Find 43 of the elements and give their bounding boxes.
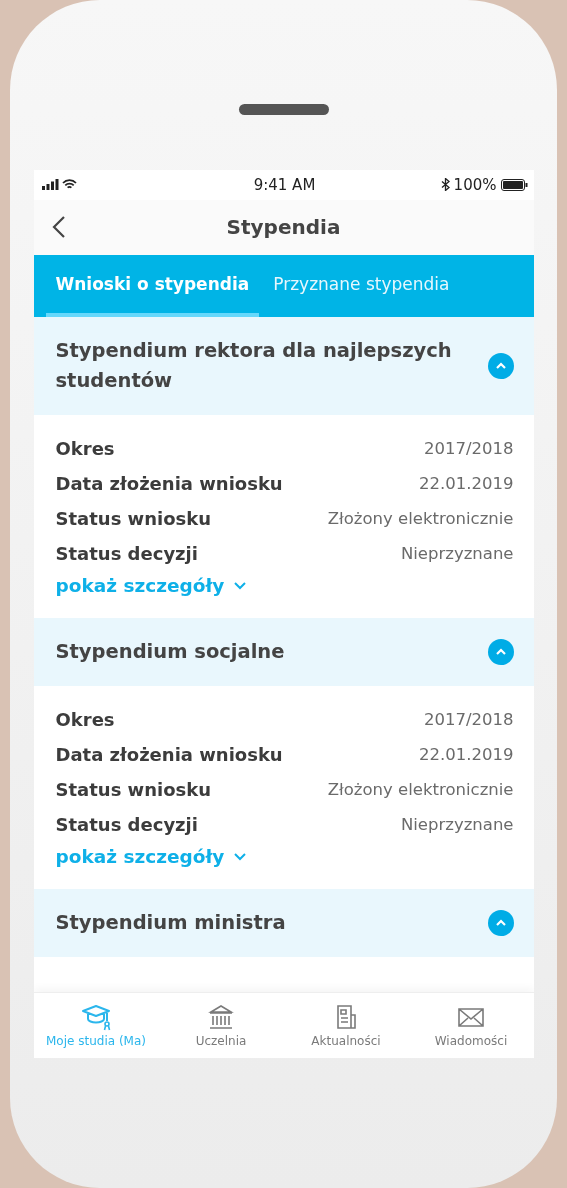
- details-link[interactable]: pokaż szczegóły: [55, 846, 247, 868]
- graduation-cap-icon: [81, 1003, 111, 1032]
- field-label: Status wniosku: [55, 508, 212, 530]
- section-title: Stypendium rektora dla najlepszych studentów: [55, 338, 453, 395]
- field-value: Złożony elektronicznie: [327, 509, 514, 529]
- status-time: 9:41 AM: [252, 175, 317, 194]
- field-label: Okres: [55, 438, 115, 460]
- field-label: Status decyzji: [55, 543, 198, 565]
- bluetooth-icon: [440, 178, 450, 192]
- details-link[interactable]: pokaż szczegóły: [55, 575, 247, 597]
- chevron-up-icon[interactable]: [487, 910, 514, 937]
- nav-item[interactable]: Wiadomości: [408, 993, 534, 1058]
- back-icon[interactable]: [51, 215, 66, 240]
- field-value: Złożony elektronicznie: [327, 780, 514, 800]
- section-header[interactable]: Stypendium ministra: [33, 889, 534, 958]
- nav-item[interactable]: Aktualności: [283, 993, 409, 1058]
- chevron-down-icon: [234, 852, 247, 861]
- battery-percent: 100%: [453, 175, 497, 194]
- chevron-up-icon[interactable]: [487, 639, 514, 666]
- field-value: 2017/2018: [423, 439, 514, 459]
- screen-title: Stypendia: [225, 215, 342, 240]
- field-value: 22.01.2019: [419, 474, 514, 494]
- nav-item[interactable]: Moje studia (Ma): [33, 993, 159, 1058]
- field-label: Okres: [55, 709, 115, 731]
- signal-icon: [41, 179, 59, 191]
- section-title: Stypendium ministra: [55, 910, 287, 937]
- battery-icon: [500, 178, 528, 191]
- field-value: 22.01.2019: [419, 745, 514, 765]
- field-value: Nieprzyznane: [400, 815, 514, 835]
- chevron-up-icon[interactable]: [487, 353, 514, 380]
- wifi-icon: [61, 179, 77, 191]
- field-label: Data złożenia wniosku: [55, 744, 283, 766]
- chevron-down-icon: [234, 581, 247, 590]
- field-label: Data złożenia wniosku: [55, 473, 283, 495]
- field-label: Status decyzji: [55, 814, 198, 836]
- field-value: Nieprzyznane: [400, 544, 514, 564]
- nav-item[interactable]: Uczelnia: [158, 993, 284, 1058]
- field-value: 2017/2018: [423, 710, 514, 730]
- section-header[interactable]: Stypendium rektora dla najlepszych studentów: [33, 317, 534, 416]
- field-label: Status wniosku: [55, 779, 212, 801]
- building-icon: [206, 1003, 236, 1032]
- section-title: Stypendium socjalne: [55, 639, 286, 666]
- section-header[interactable]: Stypendium socjalne: [33, 618, 534, 687]
